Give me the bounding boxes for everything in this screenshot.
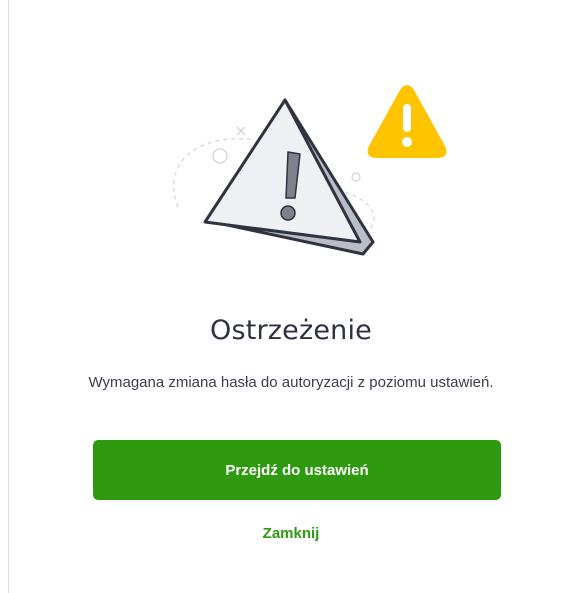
go-to-settings-button[interactable]: Przejdź do ustawień: [93, 440, 501, 500]
dialog-title: Ostrzeżenie: [210, 315, 372, 346]
circle-decoration-small: [351, 172, 361, 182]
dialog: Ostrzeżenie Wymagana zmiana hasła do aut…: [0, 0, 582, 593]
warning-badge-icon: [367, 85, 447, 158]
warning-triangle-icon: [203, 98, 375, 256]
left-divider: [8, 0, 9, 593]
close-link[interactable]: Zamknij: [0, 525, 582, 542]
cross-decoration: [236, 126, 246, 136]
warning-illustration: [160, 82, 460, 272]
circle-decoration: [212, 148, 228, 164]
dialog-message: Wymagana zmiana hasła do autoryzacji z p…: [88, 374, 494, 391]
warning-illustration-graphic: [173, 85, 447, 256]
